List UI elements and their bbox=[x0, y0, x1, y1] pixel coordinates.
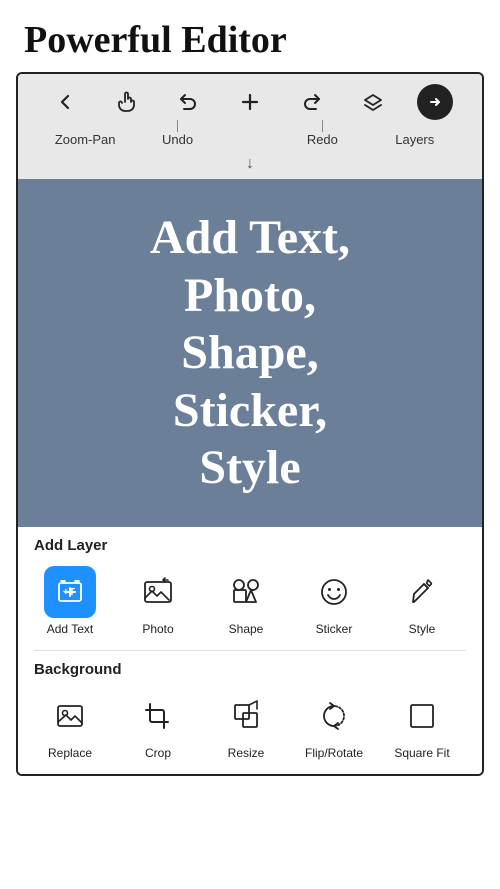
shape-tool[interactable]: Shape bbox=[202, 562, 290, 640]
page-title: Powerful Editor bbox=[0, 0, 500, 72]
sticker-label: Sticker bbox=[316, 622, 353, 636]
back-icon[interactable] bbox=[47, 84, 83, 120]
add-icon[interactable] bbox=[232, 84, 268, 120]
flip-rotate-tool[interactable]: Flip/Rotate bbox=[290, 686, 378, 764]
style-tool[interactable]: Style bbox=[378, 562, 466, 640]
add-layer-tools: +T Add Text Photo bbox=[18, 558, 482, 650]
zoom-pan-label: Zoom-Pan bbox=[55, 132, 116, 147]
canvas-area: Add Text,Photo,Shape,Sticker,Style bbox=[18, 179, 482, 527]
toolbar: Zoom-Pan Undo Redo Layers ↓ bbox=[18, 74, 482, 179]
canvas-main-text: Add Text,Photo,Shape,Sticker,Style bbox=[150, 209, 350, 497]
replace-tool[interactable]: Replace bbox=[26, 686, 114, 764]
shape-label: Shape bbox=[229, 622, 264, 636]
pan-icon[interactable] bbox=[109, 84, 145, 120]
flip-rotate-label: Flip/Rotate bbox=[305, 746, 363, 760]
editor-frame: Zoom-Pan Undo Redo Layers ↓ Add Text,Pho… bbox=[16, 72, 484, 776]
undo-label: Undo bbox=[162, 132, 193, 147]
add-text-tool[interactable]: +T Add Text bbox=[26, 562, 114, 640]
redo-label: Redo bbox=[307, 132, 338, 147]
photo-label: Photo bbox=[142, 622, 173, 636]
bottom-panel: Add Layer +T Add Text bbox=[18, 527, 482, 774]
style-label: Style bbox=[409, 622, 436, 636]
redo-icon[interactable] bbox=[294, 84, 330, 120]
resize-label: Resize bbox=[228, 746, 265, 760]
undo-icon[interactable] bbox=[170, 84, 206, 120]
replace-label: Replace bbox=[48, 746, 92, 760]
svg-text:+T: +T bbox=[63, 587, 75, 598]
layers-label: Layers bbox=[395, 132, 434, 147]
crop-label: Crop bbox=[145, 746, 171, 760]
go-button[interactable] bbox=[417, 84, 453, 120]
add-text-label: Add Text bbox=[47, 622, 93, 636]
crop-tool[interactable]: Crop bbox=[114, 686, 202, 764]
square-fit-tool[interactable]: Square Fit bbox=[378, 686, 466, 764]
background-label: Background bbox=[18, 651, 482, 682]
down-arrow: ↓ bbox=[246, 155, 254, 173]
add-layer-label: Add Layer bbox=[18, 527, 482, 558]
square-fit-label: Square Fit bbox=[394, 746, 449, 760]
photo-tool[interactable]: Photo bbox=[114, 562, 202, 640]
sticker-tool[interactable]: Sticker bbox=[290, 562, 378, 640]
layers-icon[interactable] bbox=[355, 84, 391, 120]
background-tools: Replace Crop bbox=[18, 682, 482, 774]
resize-tool[interactable]: Resize bbox=[202, 686, 290, 764]
